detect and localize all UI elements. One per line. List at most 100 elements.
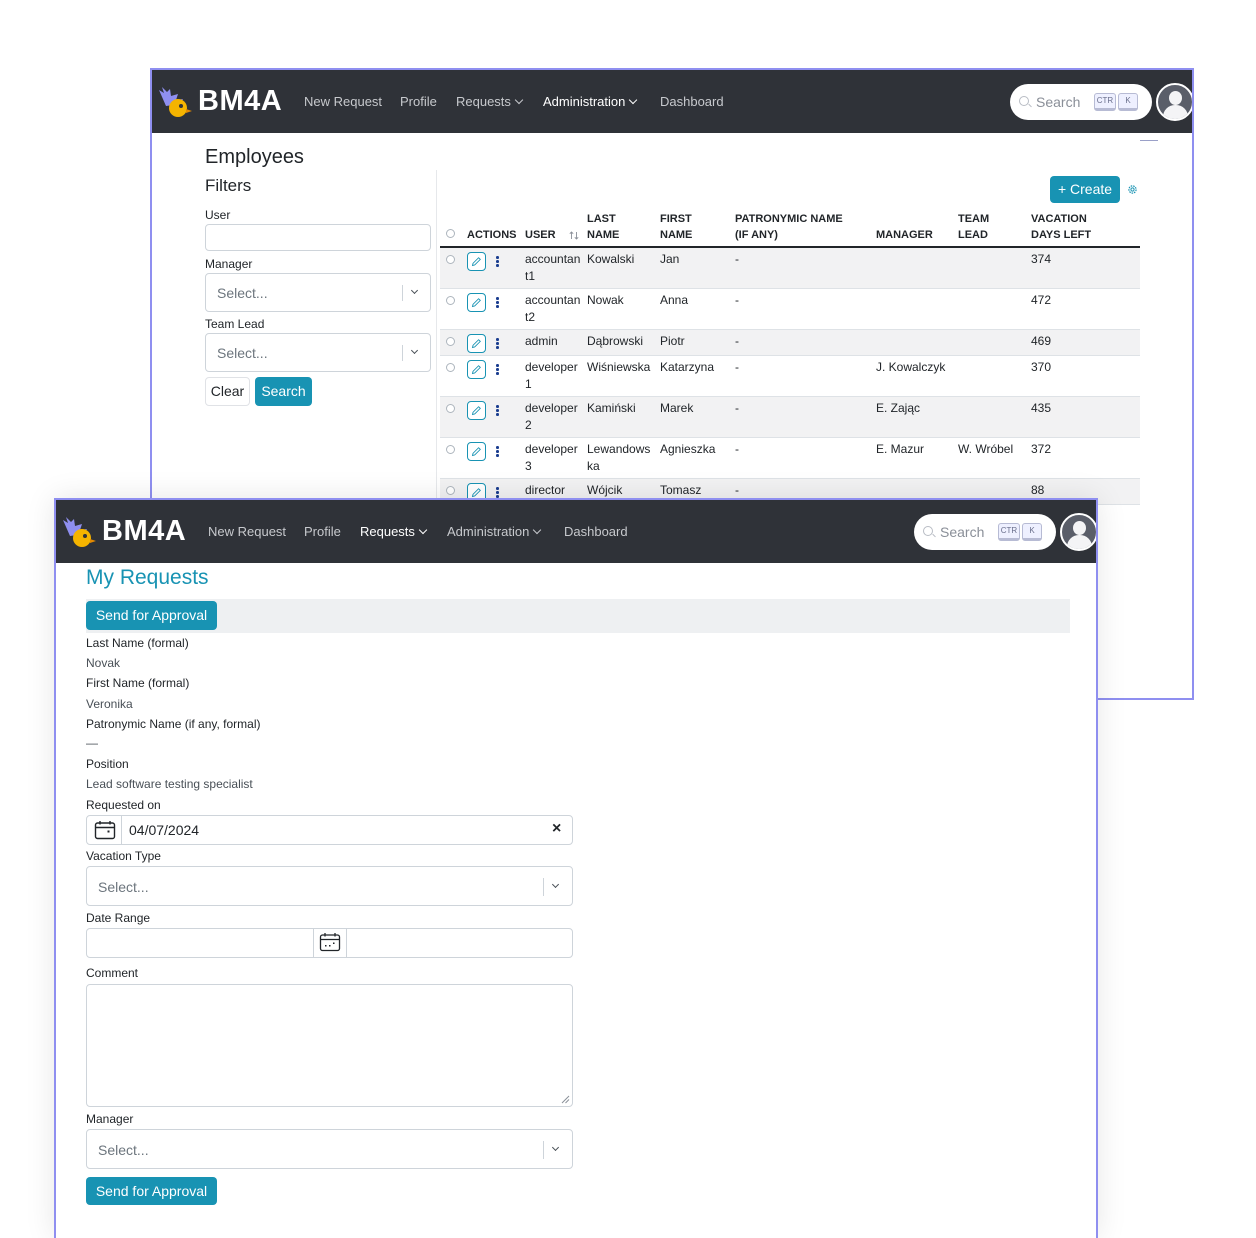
nav-profile[interactable]: Profile — [304, 524, 341, 539]
date-range-input[interactable] — [86, 928, 573, 958]
cell-user-2: 1 — [525, 377, 532, 391]
row-menu-icon[interactable] — [496, 297, 499, 309]
row-menu-icon[interactable] — [496, 405, 499, 417]
cell-last-1: Lewandows — [587, 442, 651, 456]
navbar: BM4A New Request Profile Requests Admini… — [56, 500, 1096, 563]
page-title: Employees — [205, 146, 304, 168]
bm4a-logo-icon — [63, 517, 96, 547]
edit-button[interactable] — [467, 252, 486, 271]
comment-label: Comment — [86, 966, 139, 980]
cell-vacation: 374 — [1031, 252, 1052, 266]
column-header-user[interactable]: USER — [525, 227, 556, 243]
cell-manager: E. Mazur — [876, 442, 925, 456]
cell-patronymic: - — [735, 334, 739, 348]
cell-vacation: 370 — [1031, 360, 1052, 374]
row-checkbox[interactable] — [446, 486, 455, 495]
cell-last-2: ka — [587, 459, 600, 473]
chevron-down-icon — [418, 525, 428, 535]
user-head-icon — [1073, 521, 1086, 535]
row-menu-icon[interactable] — [496, 446, 499, 458]
row-checkbox[interactable] — [446, 363, 455, 372]
row-checkbox[interactable] — [446, 255, 455, 264]
nav-requests[interactable]: Requests — [456, 94, 524, 109]
row-menu-icon[interactable] — [496, 256, 499, 268]
clear-filters-button[interactable]: Clear — [205, 377, 250, 406]
select-separator — [543, 1141, 544, 1159]
nav-requests[interactable]: Requests — [360, 524, 428, 539]
avatar[interactable] — [1060, 513, 1096, 551]
pencil-icon — [471, 339, 481, 349]
brand-name[interactable]: BM4A — [198, 85, 282, 118]
row-checkbox[interactable] — [446, 404, 455, 413]
nav-administration[interactable]: Administration — [447, 524, 542, 539]
brand-name[interactable]: BM4A — [102, 515, 186, 548]
column-header-team-lead-line2: LEAD — [958, 229, 988, 241]
chevron-down-icon — [533, 525, 542, 535]
cell-first: Marek — [660, 401, 694, 415]
cell-user-2: 2 — [525, 418, 532, 432]
calendar-range-icon — [319, 933, 341, 952]
row-checkbox[interactable] — [446, 296, 455, 305]
edit-button[interactable] — [467, 360, 486, 379]
team-lead-filter-label: Team Lead — [205, 317, 265, 331]
cell-user-1: developer — [525, 360, 578, 374]
requested-on-date-input[interactable]: 04/07/2024 × — [86, 815, 573, 845]
manager-filter-select[interactable]: Select... — [205, 273, 431, 312]
cell-user-2: t1 — [525, 269, 536, 283]
team-lead-filter-select[interactable]: Select... — [205, 333, 431, 372]
date-range-label: Date Range — [86, 911, 151, 925]
sort-icon[interactable] — [569, 231, 579, 240]
nav-new-request[interactable]: New Request — [208, 524, 286, 539]
settings-gear-icon[interactable] — [1127, 184, 1138, 195]
edit-button[interactable] — [467, 293, 486, 312]
calendar-icon[interactable] — [94, 820, 116, 840]
cell-user-2: t2 — [525, 310, 536, 324]
global-search[interactable]: Search CTR K — [1010, 84, 1152, 120]
send-for-approval-button[interactable]: Send for Approval — [86, 601, 217, 630]
edit-button[interactable] — [467, 442, 486, 461]
manager-select[interactable]: Select... — [86, 1129, 573, 1169]
send-for-approval-bottom-button[interactable]: Send for Approval — [86, 1177, 217, 1205]
column-header-patronymic-line1: PATRONYMIC NAME — [735, 213, 843, 225]
chevron-down-icon — [514, 95, 524, 105]
my-requests-window: BM4A New Request Profile Requests Admini… — [54, 498, 1098, 1238]
column-header-actions: ACTIONS — [467, 229, 517, 241]
nav-dashboard[interactable]: Dashboard — [660, 94, 724, 109]
chevron-down-icon — [410, 346, 419, 355]
nav-administration-label: Administration — [447, 524, 530, 539]
last-name-label: Last Name (formal) — [86, 636, 189, 650]
pencil-icon — [471, 406, 481, 416]
nav-requests-label: Requests — [360, 524, 415, 539]
nav-administration[interactable]: Administration — [543, 94, 638, 109]
first-name-label: First Name (formal) — [86, 676, 190, 690]
row-checkbox[interactable] — [446, 445, 455, 454]
manager-label: Manager — [86, 1112, 134, 1126]
shortcut-key-ctr: CTR — [1094, 93, 1116, 111]
select-all-checkbox[interactable] — [446, 229, 455, 238]
nav-new-request[interactable]: New Request — [304, 94, 382, 109]
cell-vacation: 469 — [1031, 334, 1052, 348]
column-header-manager: MANAGER — [876, 229, 933, 241]
user-filter-input[interactable] — [205, 224, 431, 251]
comment-textarea[interactable] — [86, 984, 573, 1107]
vacation-type-select[interactable]: Select... — [86, 866, 573, 906]
pencil-icon — [471, 298, 481, 308]
resize-handle-icon[interactable] — [560, 1094, 570, 1104]
column-header-patronymic-line2: (IF ANY) — [735, 229, 778, 241]
row-checkbox[interactable] — [446, 337, 455, 346]
search-button[interactable]: Search — [255, 377, 312, 406]
cell-vacation: 435 — [1031, 401, 1052, 415]
row-menu-icon[interactable] — [496, 338, 499, 350]
create-button[interactable]: + Create — [1050, 176, 1120, 203]
nav-profile[interactable]: Profile — [400, 94, 437, 109]
row-menu-icon[interactable] — [496, 364, 499, 376]
select-separator — [402, 345, 403, 361]
clear-date-icon[interactable]: × — [552, 820, 561, 838]
global-search[interactable]: Search CTR K — [914, 514, 1056, 550]
nav-dashboard[interactable]: Dashboard — [564, 524, 628, 539]
edit-button[interactable] — [467, 401, 486, 420]
date-range-picker-button[interactable] — [313, 929, 347, 957]
edit-button[interactable] — [467, 334, 486, 353]
avatar[interactable] — [1156, 83, 1192, 121]
pencil-icon — [471, 365, 481, 375]
